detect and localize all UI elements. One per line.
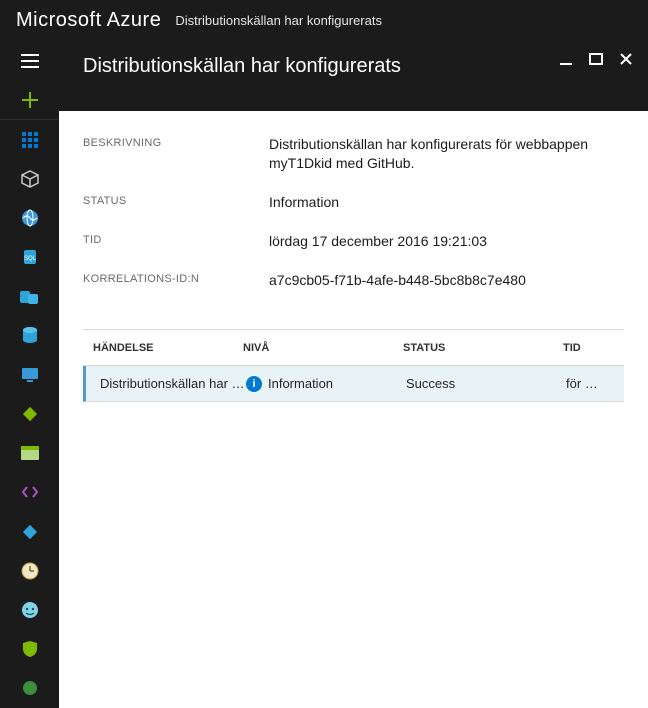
cell-handelse: Distributionskällan har k… bbox=[86, 376, 246, 391]
plus-icon bbox=[20, 90, 40, 110]
events-header-row: HÄNDELSE NIVÅ STATUS TID bbox=[83, 330, 624, 366]
left-nav-rail: SQL bbox=[0, 41, 59, 708]
detail-section: BESKRIVNING Distributionskällan har konf… bbox=[59, 111, 648, 309]
sql-pool-icon bbox=[20, 287, 40, 307]
col-header-tid[interactable]: TID bbox=[563, 342, 624, 354]
cell-niva: i Information bbox=[246, 376, 406, 392]
nav-app-services[interactable] bbox=[0, 199, 59, 238]
globe-icon bbox=[20, 208, 40, 228]
label-status: STATUS bbox=[83, 193, 269, 207]
cell-niva-text: Information bbox=[268, 376, 333, 391]
blade-header: Distributionskällan har konfigurerats bbox=[59, 41, 648, 111]
nav-sql-databases[interactable]: SQL bbox=[0, 238, 59, 277]
label-beskrivning: BESKRIVNING bbox=[83, 135, 269, 149]
value-status: Information bbox=[269, 193, 624, 212]
shield-icon bbox=[20, 639, 40, 659]
value-beskrivning: Distributionskällan har konfigurerats fö… bbox=[269, 135, 624, 173]
col-header-status[interactable]: STATUS bbox=[403, 342, 563, 354]
nav-monitor[interactable] bbox=[0, 551, 59, 590]
brand-logo[interactable]: Microsoft Azure bbox=[16, 9, 161, 32]
close-icon bbox=[619, 52, 633, 71]
diamond-blue-icon bbox=[20, 522, 40, 542]
value-tid: lördag 17 december 2016 19:21:03 bbox=[269, 232, 624, 251]
cube-icon bbox=[20, 169, 40, 189]
nav-advisor[interactable] bbox=[0, 590, 59, 629]
brand-text: Microsoft Azure bbox=[16, 9, 161, 31]
minimize-icon bbox=[559, 52, 573, 71]
nav-cosmos-db[interactable] bbox=[0, 316, 59, 355]
col-header-niva[interactable]: NIVÅ bbox=[243, 342, 403, 354]
value-korrelation: a7c9cb05-f71b-4afe-b448-5bc8b8c7e480 bbox=[269, 271, 624, 290]
nav-storage[interactable] bbox=[0, 434, 59, 473]
nav-sql-servers[interactable] bbox=[0, 277, 59, 316]
cell-tid: för … bbox=[566, 376, 624, 391]
nav-azure-ad[interactable] bbox=[0, 512, 59, 551]
code-icon bbox=[20, 482, 40, 502]
vm-icon bbox=[20, 365, 40, 385]
apps-grid-icon bbox=[20, 130, 40, 150]
maximize-button[interactable] bbox=[588, 53, 604, 69]
new-resource-button[interactable] bbox=[0, 80, 59, 119]
cell-status: Success bbox=[406, 376, 566, 391]
minimize-button[interactable] bbox=[558, 53, 574, 69]
database-icon bbox=[20, 326, 40, 346]
svg-text:SQL: SQL bbox=[23, 256, 36, 262]
info-icon: i bbox=[246, 376, 262, 392]
nav-security-center[interactable] bbox=[0, 630, 59, 669]
hamburger-button[interactable] bbox=[0, 41, 59, 80]
nav-all-services[interactable] bbox=[0, 120, 59, 159]
label-tid: TID bbox=[83, 232, 269, 246]
hamburger-icon bbox=[20, 51, 40, 71]
nav-virtual-machines[interactable] bbox=[0, 355, 59, 394]
clock-icon bbox=[20, 561, 40, 581]
nav-functions[interactable] bbox=[0, 473, 59, 512]
nav-more[interactable] bbox=[0, 669, 59, 708]
col-header-handelse[interactable]: HÄNDELSE bbox=[83, 342, 243, 354]
close-button[interactable] bbox=[618, 53, 634, 69]
label-korrelation: KORRELATIONS-ID:N bbox=[83, 271, 269, 285]
breadcrumb[interactable]: Distributionskällan har konfigurerats bbox=[175, 13, 382, 28]
circle-icon bbox=[20, 678, 40, 698]
blade-title: Distributionskällan har konfigurerats bbox=[83, 55, 401, 78]
nav-load-balancers[interactable] bbox=[0, 395, 59, 434]
events-table: HÄNDELSE NIVÅ STATUS TID Distributionskä… bbox=[83, 329, 624, 402]
card-icon bbox=[20, 443, 40, 463]
topbar: Microsoft Azure Distributionskällan har … bbox=[0, 0, 648, 41]
nav-resource-groups[interactable] bbox=[0, 160, 59, 199]
events-row[interactable]: Distributionskällan har k… i Information… bbox=[83, 366, 624, 402]
blade: Distributionskällan har konfigurerats BE… bbox=[59, 41, 648, 708]
sql-icon: SQL bbox=[20, 247, 40, 267]
diamond-green-icon bbox=[20, 404, 40, 424]
face-icon bbox=[20, 600, 40, 620]
maximize-icon bbox=[589, 52, 603, 71]
